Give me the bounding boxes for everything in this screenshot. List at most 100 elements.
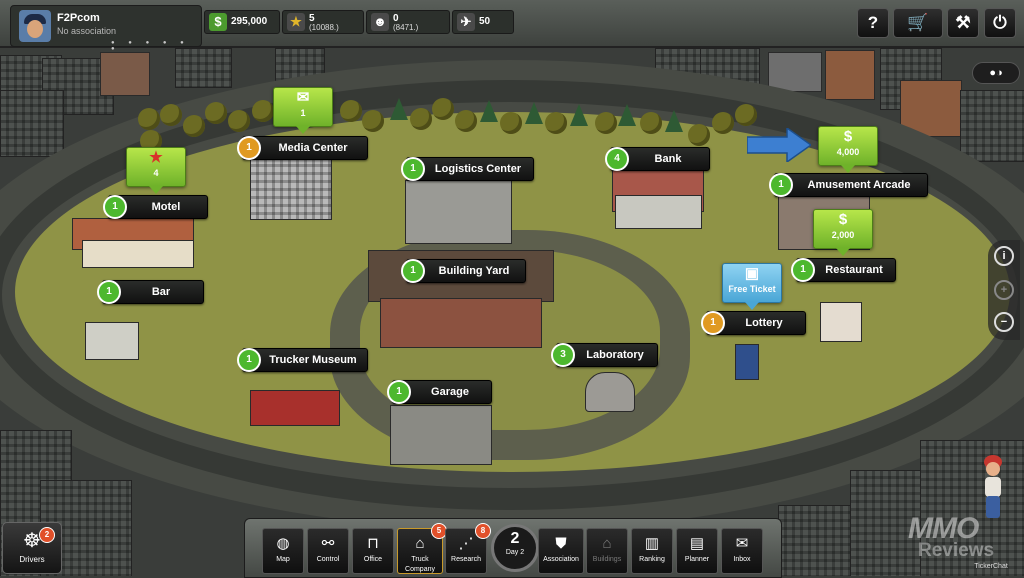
building-label-trucker-museum[interactable]: 1 Trucker Museum (237, 348, 368, 372)
level-badge: 1 (401, 259, 425, 283)
globe-icon: ◍ (276, 535, 290, 552)
tree (340, 100, 362, 122)
collect-badge-restaurant[interactable]: $ 2,000 (813, 209, 873, 256)
help-button[interactable]: ? (857, 8, 889, 38)
stars-rank: (10088.) (309, 23, 339, 32)
level-badge: 1 (401, 157, 425, 181)
background-roof (768, 52, 822, 92)
nav-association[interactable]: ⛊ Association (538, 528, 584, 574)
buildings-icon: ⌂ (602, 535, 612, 552)
building-name: Garage (431, 386, 469, 398)
tree (525, 102, 543, 124)
bar-building[interactable] (85, 322, 139, 360)
bank-building[interactable] (615, 195, 702, 229)
ticket-icon: ▣ (744, 265, 760, 282)
game-map[interactable]: 1 Media Center 1 Logistics Center 4 Bank… (0, 0, 1024, 576)
tree (160, 104, 182, 126)
cash-counter: $ 295,000 (204, 10, 280, 34)
shop-button[interactable]: 🛒 (893, 8, 943, 38)
building-name: Laboratory (586, 349, 644, 361)
tree (595, 112, 617, 134)
level-badge: 1 (97, 280, 121, 304)
level-badge: 1 (103, 195, 127, 219)
building-label-lottery[interactable]: 1 Lottery (701, 311, 806, 335)
star-icon: ★ (149, 149, 163, 166)
nav-truck-company[interactable]: ⌂ Truck Company 5 (397, 523, 447, 574)
building-label-media-center[interactable]: 1 Media Center (237, 136, 368, 160)
badge-value: 2,000 (831, 230, 855, 240)
logout-button[interactable]: ⏻ (984, 8, 1016, 38)
settings-button[interactable]: ⚒ (947, 8, 979, 38)
nav-label: Association (543, 556, 579, 563)
zoom-in-icon[interactable]: + (994, 280, 1014, 300)
tree (252, 100, 274, 122)
badge-value: 1 (300, 108, 306, 118)
tree (205, 102, 227, 124)
trucker-museum-truck[interactable] (250, 390, 340, 426)
building-label-building-yard[interactable]: 1 Building Yard (401, 259, 526, 283)
day-counter[interactable]: 2 Day 2 (491, 524, 539, 572)
drivers-button[interactable]: ☸ Drivers 2 (2, 522, 62, 574)
building-label-bar[interactable]: 1 Bar (97, 280, 204, 304)
reputation-counter: ☻ 0 (8471.) (366, 10, 450, 34)
free-ticket-badge[interactable]: ▣ Free Ticket (722, 263, 782, 310)
tree (138, 108, 160, 130)
motel-building[interactable] (82, 240, 194, 268)
collect-badge-arcade[interactable]: $ 4,000 (818, 126, 878, 173)
tutorial-arrow-icon (747, 128, 811, 162)
planner-icon: ▤ (689, 535, 705, 552)
foreground-building (778, 505, 860, 576)
nav-control[interactable]: ⚯ Control (307, 528, 349, 574)
building-label-motel[interactable]: 1 Motel (103, 195, 208, 219)
restaurant-building[interactable] (820, 302, 862, 342)
building-label-bank[interactable]: 4 Bank (605, 147, 710, 171)
building-name: Lottery (745, 317, 783, 329)
level-badge: 1 (769, 173, 793, 197)
building-label-garage[interactable]: 1 Garage (387, 380, 492, 404)
background-roof (100, 52, 150, 96)
nav-label: Ranking (639, 556, 665, 563)
level-badge: 1 (237, 136, 261, 160)
collect-badge-motel[interactable]: ★ 4 (126, 147, 186, 194)
visibility-toggle[interactable]: ●◑ (972, 62, 1020, 84)
info-icon[interactable]: i (994, 246, 1014, 266)
nav-research[interactable]: ⋰ Research 8 (445, 523, 491, 574)
level-badge: 1 (791, 258, 815, 282)
building-name: Media Center (278, 142, 348, 154)
building-name: Logistics Center (434, 163, 522, 175)
ticker-chat-button[interactable]: TickerChat (960, 528, 1022, 572)
building-label-logistics-center[interactable]: 1 Logistics Center (401, 157, 534, 181)
building-name: Restaurant (825, 264, 883, 276)
building-label-amusement-arcade[interactable]: 1 Amusement Arcade (769, 173, 928, 197)
tree (183, 115, 205, 137)
building-yard-building[interactable] (380, 298, 542, 348)
zoom-out-icon[interactable]: − (994, 312, 1014, 332)
building-label-laboratory[interactable]: 3 Laboratory (551, 343, 658, 367)
nav-inbox[interactable]: ✉ Inbox (721, 528, 763, 574)
nav-ranking[interactable]: ▥ Ranking (631, 528, 673, 574)
player-profile[interactable]: F2Pcom No association ● ● ● ● ● ● (10, 5, 202, 52)
collect-badge-media-center[interactable]: ✉ 1 (273, 87, 333, 134)
building-label-restaurant[interactable]: 1 Restaurant (791, 258, 896, 282)
badge-value: Free Ticket (728, 284, 776, 294)
day-number: 2 (510, 530, 520, 547)
tree (618, 104, 636, 126)
tree (545, 112, 567, 134)
laboratory-trailer[interactable] (585, 372, 635, 412)
logistics-center-building[interactable] (405, 180, 512, 244)
nav-office[interactable]: ⊓ Office (352, 528, 394, 574)
media-center-building[interactable] (250, 150, 332, 220)
nav-planner[interactable]: ▤ Planner (676, 528, 718, 574)
day-label: Day 2 (505, 549, 525, 556)
nav-label: Control (316, 556, 340, 563)
tree (712, 112, 734, 134)
tickets-icon: ✈ (457, 13, 475, 31)
background-roof (825, 50, 875, 100)
lottery-kiosk[interactable] (735, 344, 759, 380)
garage-building[interactable] (390, 405, 492, 465)
level-badge: 4 (605, 147, 629, 171)
nav-map[interactable]: ◍ Map (262, 528, 304, 574)
reputation-icon: ☻ (371, 13, 389, 31)
nav-buildings[interactable]: ⌂ Buildings (586, 528, 628, 574)
ticker-label: TickerChat (974, 563, 1008, 570)
